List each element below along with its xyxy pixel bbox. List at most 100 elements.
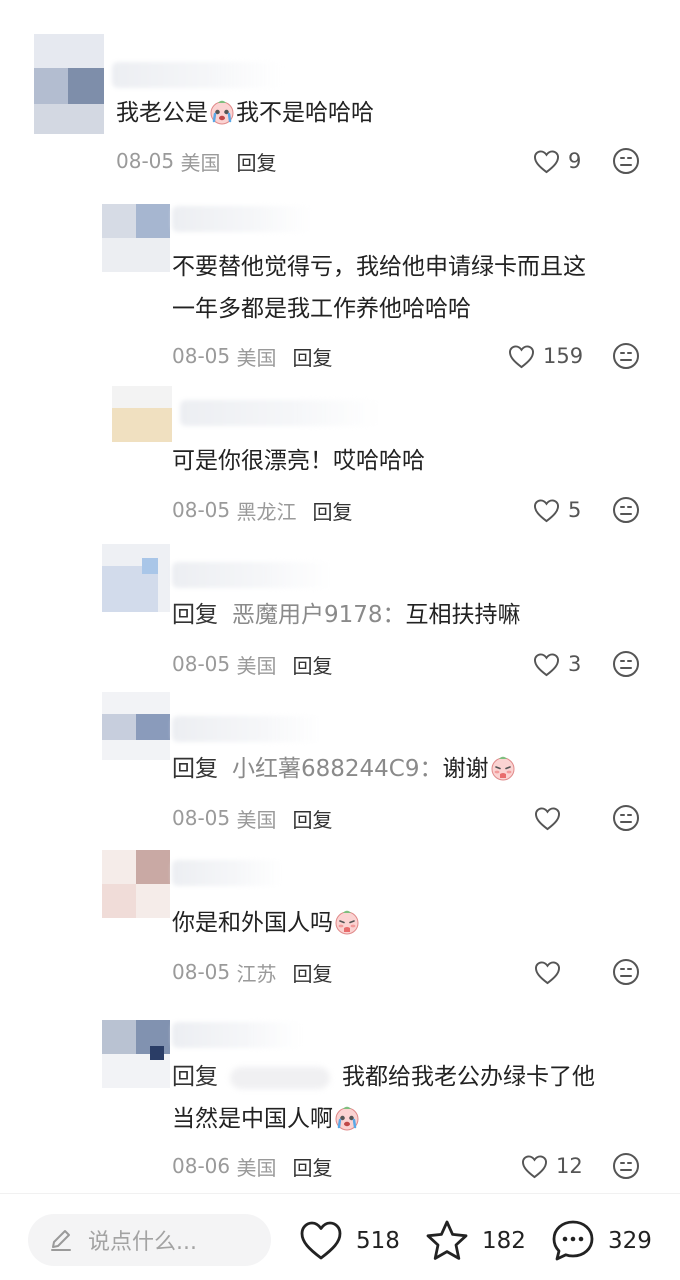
comment-region: 江苏 [236, 961, 277, 986]
comment-count: 329 [608, 1228, 652, 1254]
comment-region: 美国 [236, 1155, 277, 1180]
comment-region: 黑龙江 [236, 499, 297, 524]
username-blurred[interactable] [172, 206, 312, 232]
username-blurred[interactable] [112, 62, 282, 88]
reply-prefix: 回复 [172, 756, 218, 782]
like-button[interactable] [534, 957, 569, 987]
reply-to-user-blurred[interactable] [230, 1066, 330, 1089]
reply-prefix: 回复 [172, 602, 218, 628]
heart-icon [300, 1221, 342, 1260]
comment-meta: 08-05 江苏 回复 [172, 957, 332, 987]
like-post-button[interactable]: 518 [298, 1218, 400, 1264]
comment-region: 美国 [180, 150, 221, 175]
avatar[interactable] [102, 692, 170, 760]
shy-emoji [490, 755, 516, 781]
like-button[interactable]: 12 [521, 1151, 583, 1181]
like-count: 518 [356, 1228, 400, 1254]
avatar[interactable] [102, 1020, 170, 1088]
like-count: 12 [556, 1154, 583, 1178]
favorite-count: 182 [482, 1228, 526, 1254]
comment-text-part: 可是你很漂亮！哎哈哈哈 [172, 448, 425, 474]
avatar[interactable] [102, 204, 170, 272]
reply-prefix: 回复 [172, 1064, 218, 1090]
comment-text-part: 当然是中国人啊 [172, 1106, 333, 1132]
avatar[interactable] [102, 850, 170, 918]
comment-text-part: 我都给我老公办绿卡了他 [342, 1064, 595, 1090]
avatar[interactable] [112, 386, 172, 442]
heart-icon [534, 960, 561, 985]
reply-button[interactable]: 回复 [292, 958, 332, 987]
username-blurred[interactable] [172, 716, 322, 742]
like-count: 3 [568, 652, 582, 676]
comment-date: 08-05 [172, 498, 231, 522]
heart-icon [508, 344, 535, 369]
comment-meta: 08-05 美国 回复 [116, 146, 276, 176]
reply-button[interactable]: 回复 [292, 1152, 332, 1181]
comment-meta: 08-06 美国 回复 [172, 1151, 332, 1181]
comment-meta: 08-05 美国 回复 [172, 649, 332, 679]
reply-button[interactable]: 回复 [292, 804, 332, 833]
like-count: 159 [543, 344, 584, 368]
username-blurred[interactable] [180, 400, 380, 426]
comment-date: 08-05 [172, 806, 231, 830]
like-button[interactable]: 5 [533, 495, 581, 525]
smile-reaction-icon[interactable] [612, 804, 640, 832]
smile-reaction-icon[interactable] [612, 147, 640, 175]
reply-button[interactable]: 回复 [312, 496, 352, 525]
reply-to-user[interactable]: 恶魔用户9178： [232, 602, 406, 628]
like-button[interactable] [534, 803, 569, 833]
reply-button[interactable]: 回复 [292, 342, 332, 371]
heart-icon [534, 806, 561, 831]
username-blurred[interactable] [172, 860, 282, 886]
comment-text-part: 互相扶持嘛 [405, 602, 521, 628]
heart-icon [521, 1154, 548, 1179]
like-button[interactable]: 159 [508, 341, 583, 371]
chat-bubble-icon [552, 1220, 594, 1261]
star-icon [426, 1220, 468, 1260]
like-count: 5 [568, 498, 582, 522]
comment-text-part: 你是和外国人吗 [172, 910, 333, 936]
smile-reaction-icon[interactable] [612, 496, 640, 524]
smile-reaction-icon[interactable] [612, 342, 640, 370]
crying-emoji [209, 99, 235, 125]
reply-button[interactable]: 回复 [292, 650, 332, 679]
comment-text-part: 我不是哈哈哈 [236, 100, 374, 126]
like-button[interactable]: 9 [533, 146, 581, 176]
smile-reaction-icon[interactable] [612, 1152, 640, 1180]
shy-emoji [334, 909, 360, 935]
favorite-button[interactable]: 182 [424, 1218, 526, 1264]
comment-text: 你是和外国人吗 [172, 902, 361, 944]
comment-input[interactable]: 说点什么... [28, 1214, 271, 1266]
comment-button[interactable]: 329 [550, 1218, 652, 1264]
comment-date: 08-05 [172, 652, 231, 676]
comment-text: 可是你很漂亮！哎哈哈哈 [172, 440, 425, 482]
comment-meta: 08-05 黑龙江 回复 [172, 495, 352, 525]
comment-date: 08-06 [172, 1154, 231, 1178]
smile-reaction-icon[interactable] [612, 650, 640, 678]
pencil-icon [51, 1230, 71, 1251]
comment-meta: 08-05 美国 回复 [172, 803, 332, 833]
reply-to-user[interactable]: 小红薯688244C9： [232, 756, 443, 782]
username-blurred[interactable] [172, 562, 332, 588]
like-count: 9 [568, 149, 582, 173]
comment-text-part: 我老公是 [116, 100, 208, 126]
comment-region: 美国 [236, 653, 277, 678]
like-button[interactable]: 3 [533, 649, 581, 679]
comment-text: 回复 小红薯688244C9：谢谢 [172, 748, 517, 790]
comment-region: 美国 [236, 345, 277, 370]
comment-text: 不要替他觉得亏，我给他申请绿卡而且这 一年多都是我工作养他哈哈哈 [172, 246, 586, 330]
reply-button[interactable]: 回复 [236, 147, 276, 176]
smile-reaction-icon[interactable] [612, 958, 640, 986]
avatar[interactable] [102, 544, 170, 612]
bottom-action-bar: 说点什么... 518 182 329 [0, 1193, 680, 1280]
comment-text-line: 一年多都是我工作养他哈哈哈 [172, 296, 471, 322]
username-blurred[interactable] [172, 1022, 302, 1048]
comment-date: 08-05 [172, 344, 231, 368]
comment-text: 回复 我都给我老公办绿卡了他 当然是中国人啊 [172, 1056, 595, 1140]
comment-text-part: 谢谢 [442, 756, 489, 782]
comment-date: 08-05 [116, 149, 175, 173]
heart-icon [533, 498, 560, 523]
comment-input-placeholder: 说点什么... [88, 1230, 197, 1255]
avatar[interactable] [34, 34, 104, 134]
comment-text: 我老公是 我不是哈哈哈 [116, 92, 374, 134]
